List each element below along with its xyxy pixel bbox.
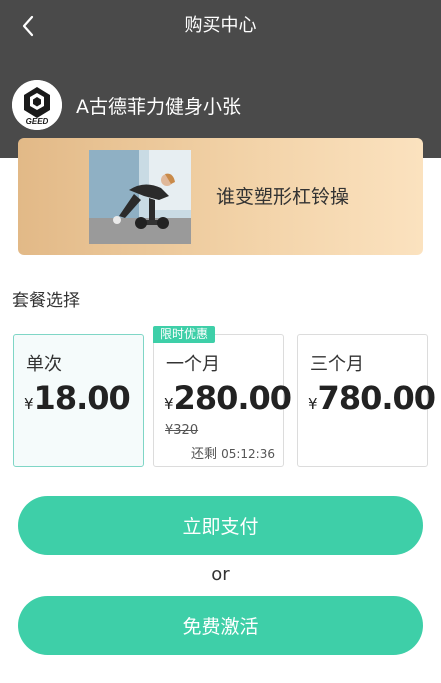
currency-symbol: ¥ xyxy=(164,395,174,413)
price-amount: 280.00 xyxy=(173,379,292,417)
package-name: 单次 xyxy=(26,354,62,375)
gym-logo: GEED xyxy=(12,80,62,130)
course-card[interactable]: 谁变塑形杠铃操 xyxy=(18,138,423,255)
remaining-label: 还剩 xyxy=(190,447,217,462)
package-price: ¥780.00 xyxy=(308,379,436,417)
purchase-center-page: 购买中心 GEED A古德菲力健身小张 谁变塑形杠铃操 套餐选择 单次 ¥18.… xyxy=(0,0,441,683)
currency-symbol: ¥ xyxy=(24,395,34,413)
course-name: 谁变塑形杠铃操 xyxy=(216,186,350,208)
promo-badge: 限时优惠 xyxy=(153,326,216,343)
remaining-time: 还剩 05:12:36 xyxy=(191,443,275,462)
price-amount: 780.00 xyxy=(317,379,436,417)
package-price: ¥18.00 xyxy=(24,379,131,417)
free-activate-button[interactable]: 免费激活 xyxy=(18,596,423,655)
package-option-three-months[interactable]: 三个月 ¥780.00 xyxy=(297,334,436,467)
course-photo xyxy=(89,150,191,244)
price-amount: 18.00 xyxy=(33,379,131,417)
package-price: ¥280.00 xyxy=(164,379,292,417)
coach-name: A古德菲力健身小张 xyxy=(76,95,241,118)
coach-info: GEED A古德菲力健身小张 xyxy=(12,80,241,130)
or-separator: or xyxy=(211,564,230,585)
package-name: 一个月 xyxy=(166,354,220,375)
svg-text:GEED: GEED xyxy=(26,117,49,126)
page-title: 购买中心 xyxy=(184,15,257,36)
package-option-one-month[interactable]: 限时优惠 一个月 ¥280.00 ¥320 还剩 05:12:36 xyxy=(153,326,292,467)
pay-now-button[interactable]: 立即支付 xyxy=(18,496,423,555)
package-name: 三个月 xyxy=(310,354,364,375)
currency-symbol: ¥ xyxy=(308,395,318,413)
course-thumbnail xyxy=(89,150,191,244)
original-price: ¥320 xyxy=(165,423,199,438)
countdown-timer: 05:12:36 xyxy=(221,447,275,461)
package-section-title: 套餐选择 xyxy=(12,291,80,311)
avatar: GEED xyxy=(12,80,62,130)
package-option-single[interactable]: 单次 ¥18.00 xyxy=(13,334,144,467)
